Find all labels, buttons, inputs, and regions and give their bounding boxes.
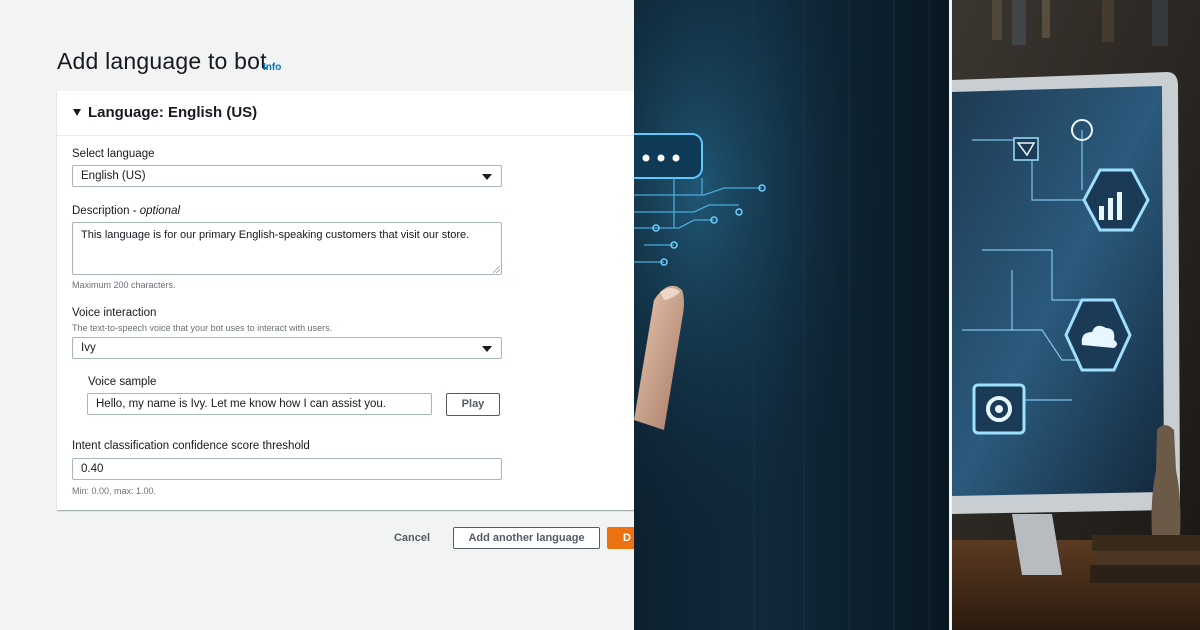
finger-chat-circuit-image (634, 0, 952, 630)
description-label: Description - optional (72, 205, 180, 217)
confidence-hint: Min: 0.00, max: 1.00. (72, 486, 157, 496)
info-link[interactable]: Info (263, 62, 281, 73)
add-another-language-button[interactable]: Add another language (453, 527, 600, 549)
funnel-icon (1013, 137, 1039, 161)
cancel-button[interactable]: Cancel (386, 527, 438, 549)
bar-chart-icon (1082, 168, 1150, 232)
dropdown-arrow-icon (482, 346, 492, 352)
circuit-illustration (634, 0, 952, 630)
play-button[interactable]: Play (446, 393, 500, 416)
description-textarea[interactable]: This language is for our primary English… (72, 222, 502, 275)
caret-down-icon[interactable] (73, 109, 81, 116)
confidence-value: 0.40 (81, 463, 104, 475)
monitor-holographic-image (952, 0, 1200, 630)
voice-sample-value: Hello, my name is Ivy. Let me know how I… (96, 398, 386, 410)
resize-handle-icon[interactable] (493, 266, 500, 273)
lex-console-panel: Add language to bot Info Language: Engli… (0, 0, 634, 630)
monitor-illustration (952, 0, 1200, 630)
section-title: Language: English (US) (88, 104, 258, 121)
voice-select-value: Ivy (81, 342, 96, 354)
description-hint: Maximum 200 characters. (72, 280, 176, 290)
page-title: Add language to bot (57, 48, 267, 74)
confidence-label: Intent classification confidence score t… (72, 440, 310, 452)
voice-interaction-label: Voice interaction (72, 307, 157, 319)
description-label-text: Description - (72, 205, 140, 217)
optional-text: optional (139, 205, 181, 217)
dropdown-arrow-icon (482, 174, 492, 180)
done-button[interactable]: D (607, 527, 634, 549)
voice-sample-input[interactable]: Hello, my name is Ivy. Let me know how I… (87, 393, 432, 415)
confidence-input[interactable]: 0.40 (72, 458, 502, 480)
language-section-header[interactable]: Language: English (US) (57, 91, 634, 136)
description-value: This language is for our primary English… (81, 229, 470, 241)
voice-sample-label: Voice sample (88, 376, 157, 388)
select-language-label: Select language (72, 148, 155, 160)
select-language-value: English (US) (81, 170, 146, 182)
voice-interaction-hint: The text-to-speech voice that your bot u… (72, 323, 333, 333)
select-language-dropdown[interactable]: English (US) (72, 165, 502, 187)
voice-select-dropdown[interactable]: Ivy (72, 337, 502, 359)
